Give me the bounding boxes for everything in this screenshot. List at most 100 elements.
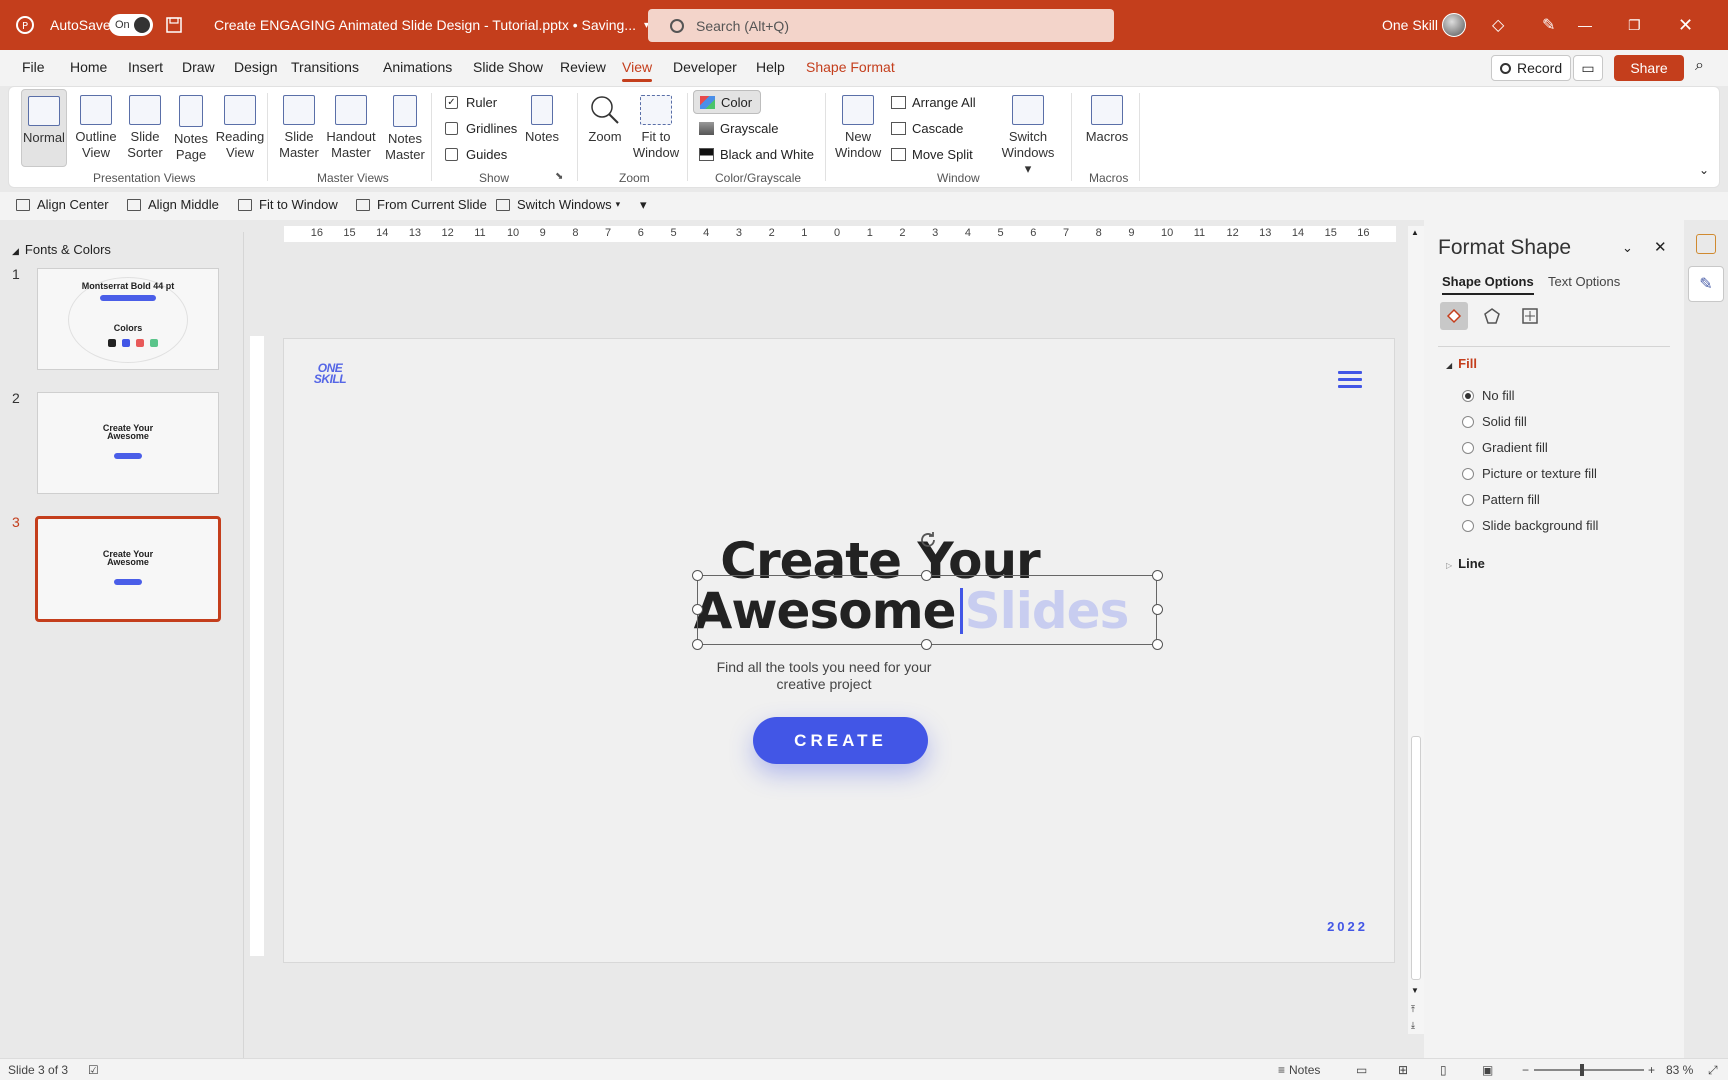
tab-shape-options[interactable]: Shape Options (1442, 274, 1534, 295)
no-fill-radio[interactable]: No fill (1462, 388, 1515, 403)
resize-handle[interactable] (692, 639, 703, 650)
align-middle-button[interactable]: Align Middle (127, 197, 219, 212)
tab-file[interactable]: File (22, 59, 45, 75)
line-section-header[interactable]: ▷ Line (1446, 556, 1485, 571)
scroll-down-icon[interactable]: ▼ (1411, 986, 1419, 995)
scrollbar-thumb[interactable] (1411, 736, 1421, 980)
reading-view-button[interactable]: Reading View (215, 95, 265, 161)
next-slide-icon[interactable]: ⤓ (1411, 1020, 1415, 1031)
handout-master-button[interactable]: Handout Master (325, 95, 377, 161)
feedback-icon[interactable]: ⌕ (1695, 57, 1704, 75)
notes-master-button[interactable]: Notes Master (383, 95, 427, 163)
tab-draw[interactable]: Draw (182, 59, 215, 75)
save-icon[interactable] (165, 0, 183, 50)
black-white-button[interactable]: Black and White (699, 147, 814, 162)
from-current-slide-button[interactable]: From Current Slide (356, 197, 487, 212)
rotate-handle-icon[interactable] (917, 529, 939, 554)
move-split-button[interactable]: Move Split (891, 147, 973, 162)
slide-thumbnail-3[interactable]: Create Your Awesome (35, 516, 221, 622)
tab-view[interactable]: View (622, 59, 653, 82)
slide-thumbnail-1[interactable]: Montserrat Bold 44 pt Colors (37, 268, 219, 370)
tab-developer[interactable]: Developer (673, 59, 737, 75)
selection-box[interactable] (697, 575, 1157, 645)
collapse-ribbon-icon[interactable]: ⌄ (1699, 163, 1709, 177)
effects-icon[interactable] (1478, 302, 1506, 330)
tab-help[interactable]: Help (756, 59, 785, 75)
reading-view-icon[interactable]: ▯ (1440, 1063, 1447, 1077)
search-input[interactable]: Search (Alt+Q) (648, 9, 1114, 42)
share-button[interactable]: Share (1614, 55, 1684, 81)
tab-insert[interactable]: Insert (128, 59, 163, 75)
close-button[interactable]: ✕ (1678, 0, 1728, 50)
cascade-button[interactable]: Cascade (891, 121, 963, 136)
designer-icon[interactable] (1696, 234, 1716, 254)
comments-button[interactable]: ▭ (1573, 55, 1603, 81)
restore-button[interactable]: ❐ (1628, 0, 1678, 50)
accessibility-icon[interactable]: ☑ (88, 1063, 99, 1077)
size-properties-icon[interactable] (1516, 302, 1544, 330)
zoom-button[interactable]: Zoom (583, 95, 627, 145)
slide-master-button[interactable]: Slide Master (279, 95, 319, 161)
tab-home[interactable]: Home (70, 59, 107, 75)
normal-view-icon[interactable]: ▭ (1356, 1063, 1367, 1077)
tab-animations[interactable]: Animations (383, 59, 452, 75)
zoom-slider[interactable] (1534, 1064, 1644, 1076)
slide-background-fill-radio[interactable]: Slide background fill (1462, 518, 1598, 533)
resize-handle[interactable] (1152, 570, 1163, 581)
pen-icon[interactable]: ✎ (1542, 0, 1555, 50)
align-center-button[interactable]: Align Center (16, 197, 109, 212)
zoom-in-icon[interactable]: + (1648, 1063, 1655, 1077)
pattern-fill-radio[interactable]: Pattern fill (1462, 492, 1540, 507)
picture-texture-fill-radio[interactable]: Picture or texture fill (1462, 466, 1597, 481)
section-header[interactable]: ◢ Fonts & Colors (12, 242, 111, 257)
document-title[interactable]: Create ENGAGING Animated Slide Design - … (214, 0, 649, 50)
arrange-all-button[interactable]: Arrange All (891, 95, 976, 110)
slideshow-icon[interactable]: ▣ (1482, 1063, 1493, 1077)
tab-transitions[interactable]: Transitions (291, 59, 359, 75)
notes-button[interactable]: Notes (521, 95, 563, 145)
format-shape-pane-icon[interactable]: ✎ (1688, 266, 1724, 302)
slide[interactable]: ONE SKILL Create Your Awesome Slides Find … (283, 338, 1395, 963)
macros-button[interactable]: Macros (1085, 95, 1129, 145)
switch-windows-button[interactable]: Switch Windows ▾ (999, 95, 1057, 177)
horizontal-ruler[interactable]: 16 15 14 13 12 11 10 9 8 7 6 5 4 3 2 1 0 1 2 3 4 5 6 7 8 9 10 11 12 1… (284, 226, 1396, 242)
slide-sorter-button[interactable]: Slide Sorter (125, 95, 165, 161)
resize-handle[interactable] (1152, 604, 1163, 615)
diamond-icon[interactable]: ◇ (1492, 0, 1504, 50)
tab-design[interactable]: Design (234, 59, 278, 75)
notes-page-button[interactable]: Notes Page (171, 95, 211, 163)
gradient-fill-radio[interactable]: Gradient fill (1462, 440, 1548, 455)
resize-handle[interactable] (1152, 639, 1163, 650)
zoom-out-icon[interactable]: − (1522, 1063, 1529, 1077)
fit-slide-icon[interactable]: ⤢ (1708, 1063, 1718, 1078)
dialog-launcher-icon[interactable]: ⬊ (555, 171, 563, 182)
zoom-slider-thumb[interactable] (1580, 1064, 1584, 1076)
resize-handle[interactable] (692, 604, 703, 615)
record-button[interactable]: Record (1491, 55, 1572, 81)
slide-sorter-icon[interactable]: ⊞ (1398, 1063, 1408, 1077)
gridlines-checkbox[interactable]: Gridlines (445, 121, 517, 136)
user-name[interactable]: One Skill (1382, 0, 1438, 50)
tab-review[interactable]: Review (560, 59, 606, 75)
resize-handle[interactable] (692, 570, 703, 581)
fill-section-header[interactable]: ◢ Fill (1446, 356, 1477, 371)
vertical-ruler[interactable] (250, 336, 264, 956)
previous-slide-icon[interactable]: ⤒ (1411, 1004, 1415, 1015)
tab-text-options[interactable]: Text Options (1548, 274, 1620, 289)
outline-view-button[interactable]: Outline View (73, 95, 119, 161)
ruler-checkbox[interactable]: ✓ Ruler (445, 95, 497, 110)
slide-thumbnail-2[interactable]: Create Your Awesome (37, 392, 219, 494)
pane-close-icon[interactable]: ✕ (1654, 238, 1667, 256)
solid-fill-radio[interactable]: Solid fill (1462, 414, 1527, 429)
scroll-up-icon[interactable]: ▲ (1411, 228, 1419, 237)
pane-options-icon[interactable]: ⌄ (1622, 240, 1633, 256)
guides-checkbox[interactable]: Guides (445, 147, 507, 162)
create-button[interactable]: CREATE (753, 717, 928, 764)
resize-handle[interactable] (921, 639, 932, 650)
minimize-button[interactable]: — (1578, 0, 1628, 50)
fit-to-window-button[interactable]: Fit to Window (631, 95, 681, 161)
tab-shape-format[interactable]: Shape Format (806, 59, 895, 75)
vertical-scrollbar[interactable]: ▲ ▼ ⤒ ⤓ (1408, 226, 1424, 1034)
avatar[interactable] (1442, 13, 1466, 37)
zoom-level[interactable]: 83 % (1666, 1063, 1693, 1077)
